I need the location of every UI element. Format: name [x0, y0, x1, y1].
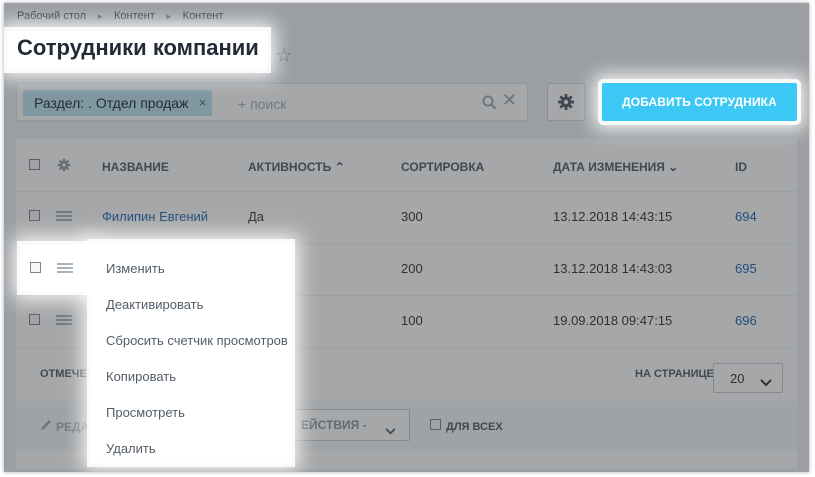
edit-button[interactable]: Реда	[56, 420, 89, 434]
breadcrumb-item[interactable]: Контент	[114, 10, 155, 22]
chevron-up-icon: ⌃	[334, 160, 345, 174]
table-header-row: Название Активность ⌃ Сортировка Дата из…	[16, 139, 797, 192]
gear-icon[interactable]	[57, 158, 71, 177]
column-header-label: Активность	[248, 160, 332, 174]
highlighted-row-controls	[21, 245, 87, 291]
row-checkbox[interactable]	[29, 210, 40, 221]
close-icon[interactable]: ×	[199, 90, 207, 116]
search-input[interactable]	[236, 92, 460, 116]
context-menu: Изменить Деактивировать Сбросить счетчик…	[91, 243, 291, 463]
menu-item-edit[interactable]: Изменить	[106, 261, 165, 276]
breadcrumb: Рабочий стол ► Контент ► Контент	[17, 10, 223, 22]
per-page-value: 20	[730, 371, 745, 386]
pencil-icon	[40, 418, 53, 436]
row-name[interactable]: Филипин Евгений	[102, 209, 208, 224]
row-id[interactable]: 695	[735, 261, 757, 276]
breadcrumb-separator-icon: ►	[164, 12, 173, 21]
row-date: 13.12.2018 14:43:15	[553, 209, 673, 224]
menu-item-deactivate[interactable]: Деактивировать	[106, 297, 203, 312]
gear-icon	[557, 93, 575, 116]
column-header-name[interactable]: Название	[102, 160, 169, 174]
page-title: Сотрудники компании	[8, 31, 267, 69]
search-icon[interactable]	[482, 95, 497, 115]
column-header-label: Дата изменения	[553, 160, 665, 174]
add-employee-button[interactable]: Добавить сотрудника	[602, 83, 797, 121]
chevron-down-icon	[760, 374, 772, 392]
breadcrumb-item[interactable]: Контент	[183, 10, 224, 22]
for-all-checkbox[interactable]	[430, 419, 441, 430]
chevron-down-icon: ⌄	[668, 160, 679, 174]
row-checkbox[interactable]	[30, 262, 41, 273]
row-sort: 300	[401, 209, 423, 224]
row-id[interactable]: 696	[735, 313, 757, 328]
row-menu-icon[interactable]	[56, 315, 72, 325]
breadcrumb-separator-icon: ►	[96, 12, 104, 21]
table-row[interactable]: Филипин Евгений Да 300 13.12.2018 14:43:…	[16, 191, 797, 244]
row-id[interactable]: 694	[735, 209, 757, 224]
app-frame: Рабочий стол ► Контент ► Контент Сотрудники …	[4, 3, 809, 472]
row-active: Да	[248, 209, 265, 224]
column-header-sort[interactable]: Сортировка	[401, 160, 484, 174]
filter-tag[interactable]: Раздел: . Отдел продаж ×	[23, 90, 213, 116]
row-sort: 100	[401, 313, 423, 328]
row-date: 19.09.2018 09:47:15	[553, 313, 673, 328]
row-menu-icon[interactable]	[56, 211, 72, 221]
row-date: 13.12.2018 14:43:03	[553, 261, 673, 276]
menu-item-copy[interactable]: Копировать	[106, 369, 176, 384]
row-menu-icon[interactable]	[57, 263, 73, 273]
column-header-active[interactable]: Активность ⌃	[248, 160, 345, 174]
clear-icon[interactable]: ✕	[502, 90, 517, 111]
selected-count-label: Отмечен	[40, 368, 95, 380]
chevron-down-icon	[385, 422, 396, 440]
filter-tag-label: Раздел: . Отдел продаж	[34, 95, 189, 111]
column-header-date[interactable]: Дата изменения ⌄	[553, 160, 678, 174]
row-checkbox[interactable]	[29, 314, 40, 325]
per-page-label: На странице:	[635, 368, 718, 380]
row-sort: 200	[401, 261, 423, 276]
per-page-select[interactable]: 20	[713, 363, 783, 393]
filter-bar: Раздел: . Отдел продаж × ✕	[16, 83, 528, 121]
menu-item-reset-counter[interactable]: Сбросить счетчик просмотров	[106, 333, 288, 348]
breadcrumb-item[interactable]: Рабочий стол	[17, 10, 86, 22]
settings-button[interactable]	[547, 83, 585, 121]
column-header-id[interactable]: ID	[735, 160, 747, 174]
menu-item-view[interactable]: Просмотреть	[106, 405, 185, 420]
menu-item-delete[interactable]: Удалить	[106, 441, 156, 456]
select-all-checkbox[interactable]	[29, 159, 40, 170]
star-icon[interactable]: ☆	[275, 43, 293, 68]
for-all-label: Для всех	[446, 421, 503, 433]
actions-select[interactable]: ействия -	[288, 409, 410, 441]
actions-select-value: ействия -	[301, 418, 367, 432]
